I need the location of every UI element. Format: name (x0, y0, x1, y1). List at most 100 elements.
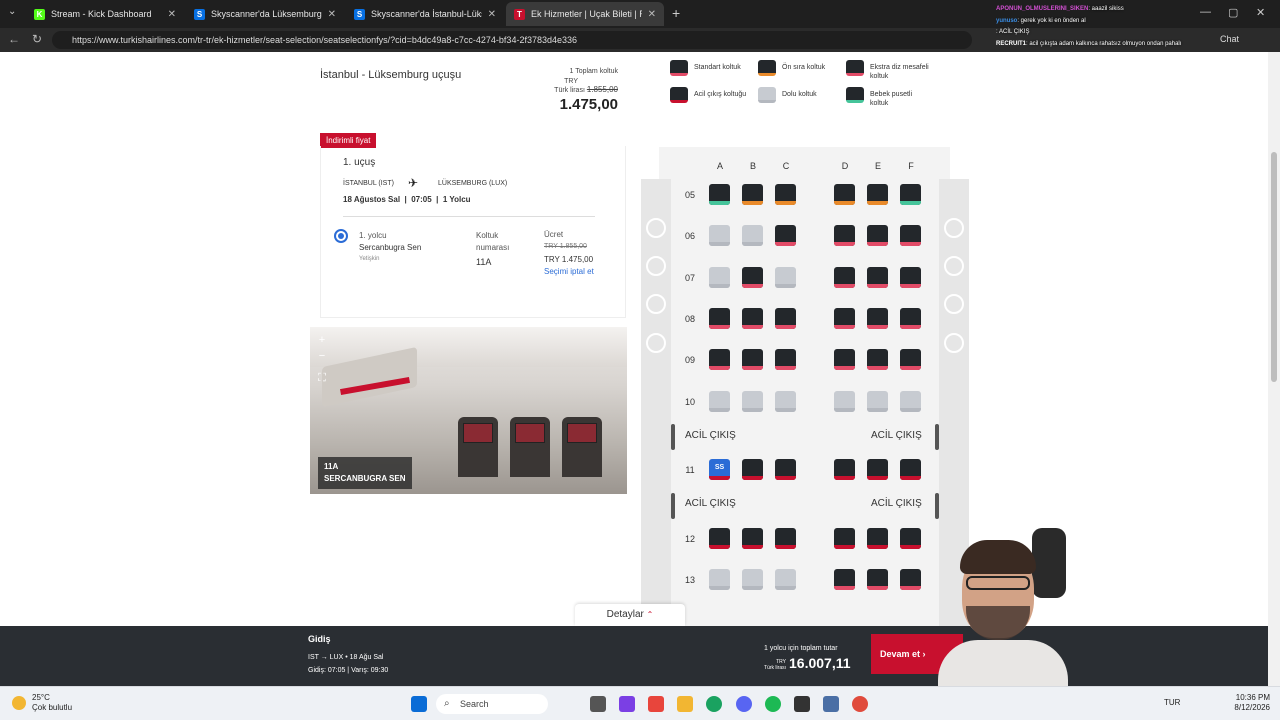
zoom-out-button[interactable]: − (314, 348, 330, 364)
temperature: 25°C (32, 693, 50, 702)
seat-13F[interactable] (900, 569, 921, 590)
bottom-times: Gidiş: 07:05 | Varış: 09:30 (308, 667, 389, 674)
reload-icon[interactable]: ↻ (32, 32, 42, 46)
seat-07F[interactable] (900, 267, 921, 288)
seat-09A[interactable] (709, 349, 730, 370)
tab-close-icon[interactable]: ✕ (328, 9, 336, 20)
seat-05D[interactable] (834, 184, 855, 205)
cabin-window-icon (944, 333, 964, 353)
chat-button[interactable]: Chat (1220, 34, 1239, 44)
seat-09F[interactable] (900, 349, 921, 370)
seat-12B[interactable] (742, 528, 763, 549)
seat-11E[interactable] (867, 459, 888, 480)
task-view-icon[interactable] (590, 696, 606, 712)
seat-09D[interactable] (834, 349, 855, 370)
details-tab[interactable]: Detaylar ⌃ (575, 604, 685, 626)
url-field[interactable]: https://www.turkishairlines.com/tr-tr/ek… (52, 31, 972, 49)
page-scrollbar[interactable] (1268, 52, 1280, 686)
seat-12E[interactable] (867, 528, 888, 549)
seat-12A[interactable] (709, 528, 730, 549)
browser-tab[interactable]: S Skyscanner'da İstanbul-Lüksemb... ✕ (346, 2, 504, 26)
seat-05A[interactable] (709, 184, 730, 205)
legend-label: Standart koltuk (694, 64, 741, 71)
seat-row-number: 10 (684, 397, 695, 407)
fullscreen-button[interactable]: ⛶ (314, 370, 330, 386)
seat-06D[interactable] (834, 225, 855, 246)
browser-tab[interactable]: S Skyscanner'da Lüksemburg bölge... ✕ (186, 2, 344, 26)
passenger-radio[interactable] (334, 229, 348, 243)
seat-09B[interactable] (742, 349, 763, 370)
seat-05F[interactable] (900, 184, 921, 205)
total-label: 1 yolcu için toplam tutar (764, 645, 838, 652)
file-explorer-icon[interactable] (677, 696, 693, 712)
tab-close-icon[interactable]: ✕ (168, 9, 176, 20)
seat-08F[interactable] (900, 308, 921, 329)
seat-05C[interactable] (775, 184, 796, 205)
webcam-overlay (932, 528, 1074, 686)
seat-12F[interactable] (900, 528, 921, 549)
copilot-icon[interactable] (619, 696, 635, 712)
seat-06F[interactable] (900, 225, 921, 246)
seat-09E[interactable] (867, 349, 888, 370)
edge-icon[interactable] (706, 696, 722, 712)
search-icon: ⌕ (444, 698, 450, 709)
seat-05E[interactable] (867, 184, 888, 205)
system-clock[interactable]: 10:36 PM 8/12/2026 (1228, 693, 1270, 713)
seat-09C[interactable] (775, 349, 796, 370)
seat-13E[interactable] (867, 569, 888, 590)
browser-tab[interactable]: T Ek Hizmetler | Uçak Bileti | Rezerv... ✕ (506, 2, 664, 26)
seat-11F[interactable] (900, 459, 921, 480)
app-icon[interactable] (648, 696, 664, 712)
seat-06E[interactable] (867, 225, 888, 246)
seat-08E[interactable] (867, 308, 888, 329)
new-tab-button[interactable]: + (672, 5, 680, 21)
seat-07B[interactable] (742, 267, 763, 288)
back-icon[interactable]: ← (8, 32, 20, 46)
tab-close-icon[interactable]: ✕ (488, 9, 496, 20)
legend-label: Ön sıra koltuk (782, 64, 826, 71)
scrollbar-thumb[interactable] (1271, 152, 1277, 382)
weather-widget[interactable]: 25°C Çok bulutlu (12, 693, 72, 713)
seat-07E[interactable] (867, 267, 888, 288)
seat-08B[interactable] (742, 308, 763, 329)
flight-number: 1. uçuş (343, 157, 376, 168)
seat-07D[interactable] (834, 267, 855, 288)
seat-11B[interactable] (742, 459, 763, 480)
settings-icon[interactable] (823, 696, 839, 712)
seat-08D[interactable] (834, 308, 855, 329)
seat-06C[interactable] (775, 225, 796, 246)
seat-08A[interactable] (709, 308, 730, 329)
route-title: İstanbul - Lüksemburg uçuşu (320, 69, 462, 81)
language-indicator[interactable]: TUR (1164, 698, 1180, 707)
seat-08C[interactable] (775, 308, 796, 329)
windows-start-icon[interactable] (411, 696, 427, 712)
cancel-selection-link[interactable]: Seçimi iptal et (544, 267, 602, 277)
seat-05B[interactable] (742, 184, 763, 205)
pano-seat (562, 417, 602, 477)
app-icon[interactable] (852, 696, 868, 712)
browser-tab[interactable]: K Stream - Kick Dashboard ✕ (26, 2, 184, 26)
flight-time: 07:05 (411, 195, 432, 204)
obs-icon[interactable] (794, 696, 810, 712)
legend-item-extra: Ekstra diz mesafeli koltuk (846, 60, 932, 81)
maximize-icon[interactable]: ▢ (1228, 6, 1238, 19)
discord-icon[interactable] (736, 696, 752, 712)
zoom-in-button[interactable]: + (314, 332, 330, 348)
origin-city: İSTANBUL (IST) (343, 180, 394, 187)
tab-close-icon[interactable]: ✕ (648, 9, 656, 20)
taskbar-search[interactable]: ⌕ Search (436, 694, 548, 714)
spotify-icon[interactable] (765, 696, 781, 712)
close-window-icon[interactable]: ✕ (1256, 6, 1265, 19)
flight-date-info: 18 Ağustos Sal | 07:05 | 1 Yolcu (343, 195, 471, 204)
seat-11D[interactable] (834, 459, 855, 480)
weather-desc: Çok bulutlu (32, 703, 73, 712)
seat-12C[interactable] (775, 528, 796, 549)
seat-12D[interactable] (834, 528, 855, 549)
seat-13D[interactable] (834, 569, 855, 590)
exit-door-marker (671, 493, 675, 519)
seat-11A[interactable]: SS (709, 459, 730, 480)
exit-door-marker (671, 424, 675, 450)
seat-11C[interactable] (775, 459, 796, 480)
tab-menu-icon[interactable]: ⌄ (8, 6, 16, 17)
minimize-icon[interactable]: — (1200, 6, 1211, 18)
